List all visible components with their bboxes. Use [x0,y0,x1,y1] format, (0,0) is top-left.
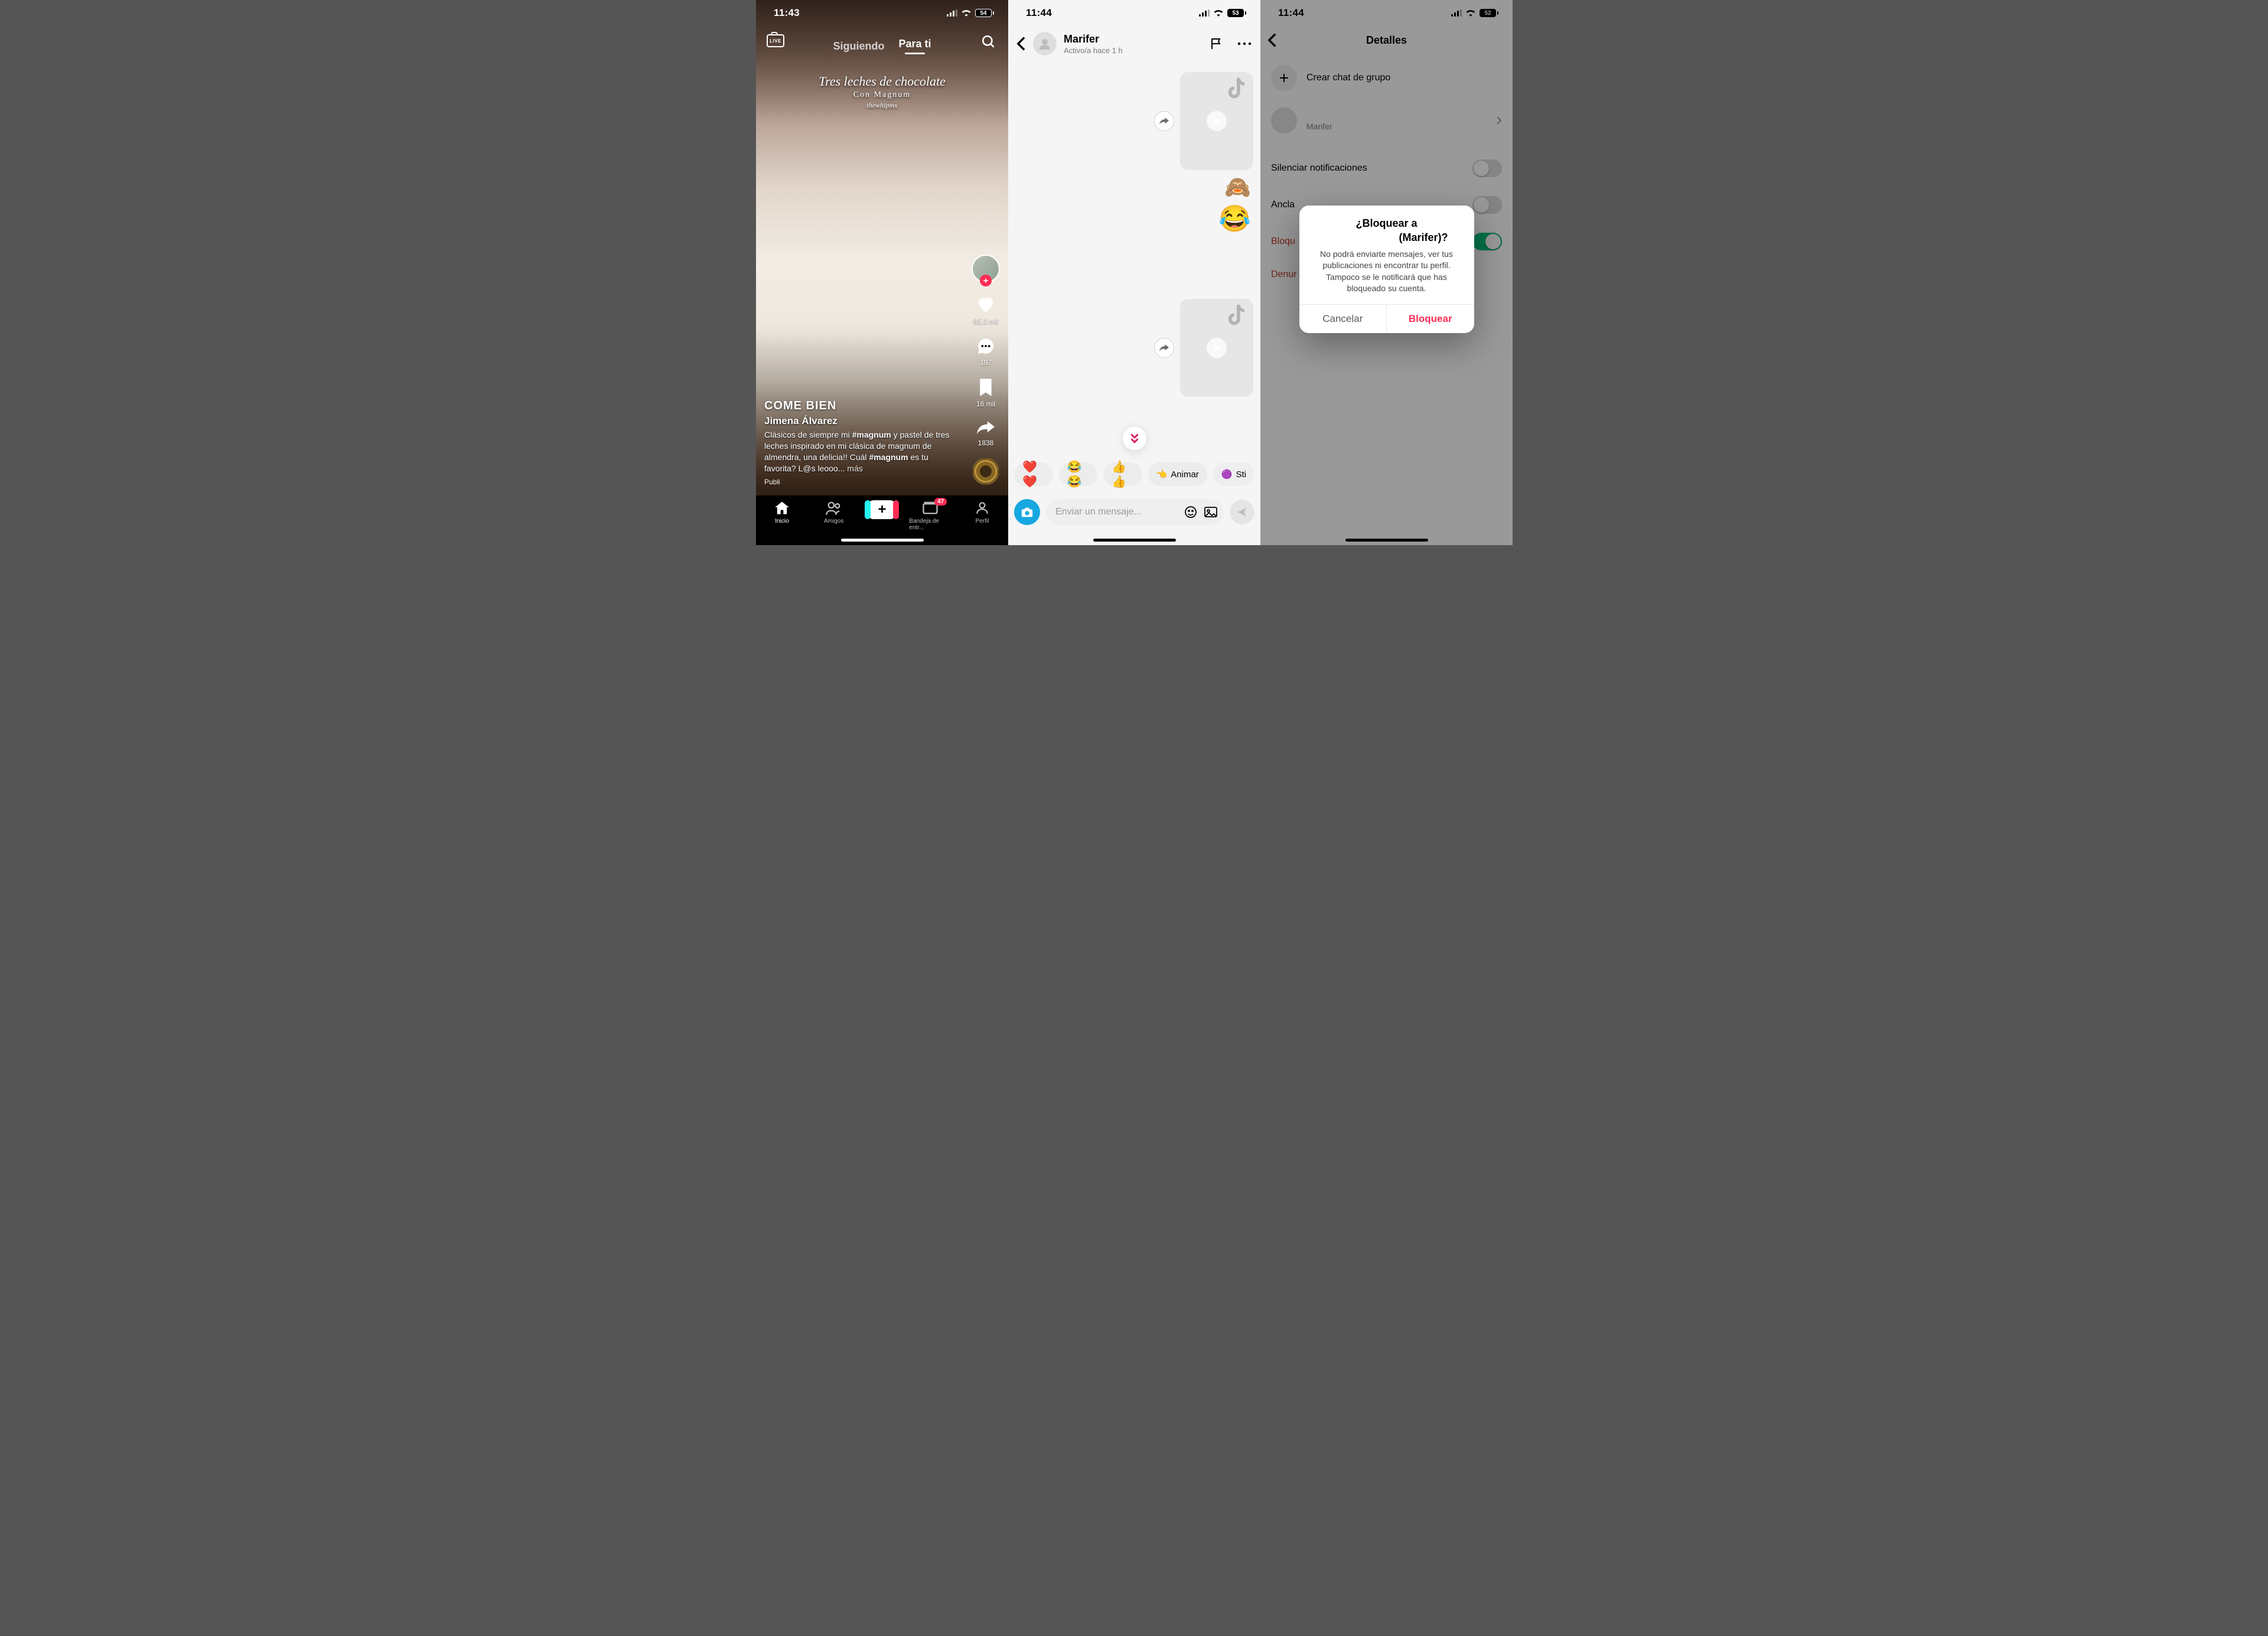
caption: COME BIEN Jimena Álvarez Clásicos de sie… [764,399,961,486]
emoji-icon[interactable] [1184,505,1198,519]
dialog-message: No podrá enviarte mensajes, ver tus publ… [1299,249,1474,304]
battery-icon: 54 [975,9,994,17]
battery-icon: 53 [1227,9,1246,17]
tiktok-watermark-icon [1226,305,1247,328]
dialog-title: ¿Bloquear a (Marifer)? [1299,206,1474,249]
bottom-nav: Inicio Amigos + Bandeja de entr... 47 Pe… [756,496,1008,545]
chat-avatar[interactable] [1033,32,1057,56]
nav-friends[interactable]: Amigos [813,500,855,524]
inbox-badge: 47 [934,498,947,506]
quick-laughs[interactable]: 😂😂 [1059,462,1098,486]
nav-home[interactable]: Inicio [761,500,803,524]
message-input[interactable] [1055,507,1178,517]
chat-scroll[interactable]: 🙈 😂 [1008,64,1260,457]
follow-plus-icon[interactable]: + [980,275,992,286]
share-count: 1838 [978,439,994,447]
clock: 11:44 [1026,7,1052,19]
quick-thumbs[interactable]: 👍👍 [1103,462,1142,486]
share-button[interactable]: 1838 [976,419,996,447]
chat-presence: Activo/a hace 1 h [1064,46,1203,55]
expand-more[interactable]: más [847,464,862,473]
message-input-wrap [1046,499,1224,525]
more-icon[interactable] [1237,41,1252,47]
tiktok-watermark-icon [1226,78,1247,102]
caption-headline: COME BIEN [764,399,961,413]
send-button[interactable] [1230,500,1254,524]
status-bar: 11:43 54 [756,0,1008,26]
quick-sticker[interactable]: 🟣Sti [1213,462,1254,486]
image-icon[interactable] [1204,506,1218,519]
quick-animar[interactable]: 👈Animar [1148,462,1207,486]
camera-button[interactable] [1014,499,1040,525]
play-icon [1207,111,1227,131]
block-confirm-dialog: ¿Bloquear a (Marifer)? No podrá enviarte… [1299,206,1474,333]
like-button[interactable]: 85,3 mil [973,294,998,325]
wifi-icon [1213,9,1224,17]
home-indicator[interactable] [1093,539,1176,542]
chat-name[interactable]: Marifer [1064,33,1203,45]
wifi-icon [961,9,972,17]
quick-hearts[interactable]: ❤️❤️ [1014,462,1053,486]
tab-for-you[interactable]: Para ti [898,38,931,54]
video-thumbnail[interactable] [1180,299,1253,397]
report-icon[interactable] [1210,37,1224,51]
scroll-to-bottom[interactable] [1122,426,1147,451]
author-avatar[interactable]: + [972,255,1000,283]
screen-chat: 11:44 53 Marifer Activo/a hace 1 h [1008,0,1260,545]
message-video [1015,72,1253,170]
composer [1008,496,1260,529]
home-indicator[interactable] [1345,539,1428,542]
home-indicator[interactable] [841,539,924,542]
dialog-buttons: Cancelar Bloquear [1299,304,1474,333]
play-icon [1207,338,1227,358]
comment-count: 197 [980,359,992,367]
screen-details: 11:44 52 Detalles Crear chat de grupo Ma… [1260,0,1513,545]
nav-profile[interactable]: Perfil [961,500,1003,524]
sponsored-label: Publi [764,478,961,486]
author-name[interactable]: Jimena Álvarez [764,415,961,427]
chat-header: Marifer Activo/a hace 1 h [1008,26,1260,61]
sound-disc[interactable] [972,458,999,485]
clock: 11:43 [774,7,800,19]
save-button[interactable]: 16 mil [976,377,995,408]
video-overlay-text: Tres leches de chocolate Con Magnum thew… [756,74,1008,110]
status-bar: 11:44 53 [1008,0,1260,26]
quick-reactions: ❤️❤️ 😂😂 👍👍 👈Animar 🟣Sti [1008,460,1260,488]
message-emoji: 🙈 [1018,175,1251,200]
like-count: 85,3 mil [973,317,998,325]
action-rail: + 85,3 mil 197 16 mil 1838 [968,255,1003,485]
forward-button[interactable] [1154,111,1174,131]
cellular-icon [1199,9,1210,17]
feed-tabs: Siguiendo Para ti [756,33,1008,59]
message-video [1015,299,1253,397]
caption-text[interactable]: Clásicos de siempre mi #magnum y pastel … [764,429,961,474]
nav-inbox[interactable]: Bandeja de entr... 47 [909,500,951,531]
screen-tiktok-feed: 11:43 54 LIVE Siguiendo Para ti Tres lec… [756,0,1008,545]
comment-button[interactable]: 197 [976,336,996,367]
tab-following[interactable]: Siguiendo [833,40,884,53]
message-emoji: 😂 [1018,203,1251,234]
back-icon[interactable] [1016,36,1026,51]
block-button[interactable]: Bloquear [1387,305,1474,333]
save-count: 16 mil [976,400,995,408]
nav-create[interactable]: + [864,500,900,519]
forward-button[interactable] [1154,338,1174,358]
cancel-button[interactable]: Cancelar [1299,305,1387,333]
video-thumbnail[interactable] [1180,72,1253,170]
cellular-icon [947,9,957,17]
